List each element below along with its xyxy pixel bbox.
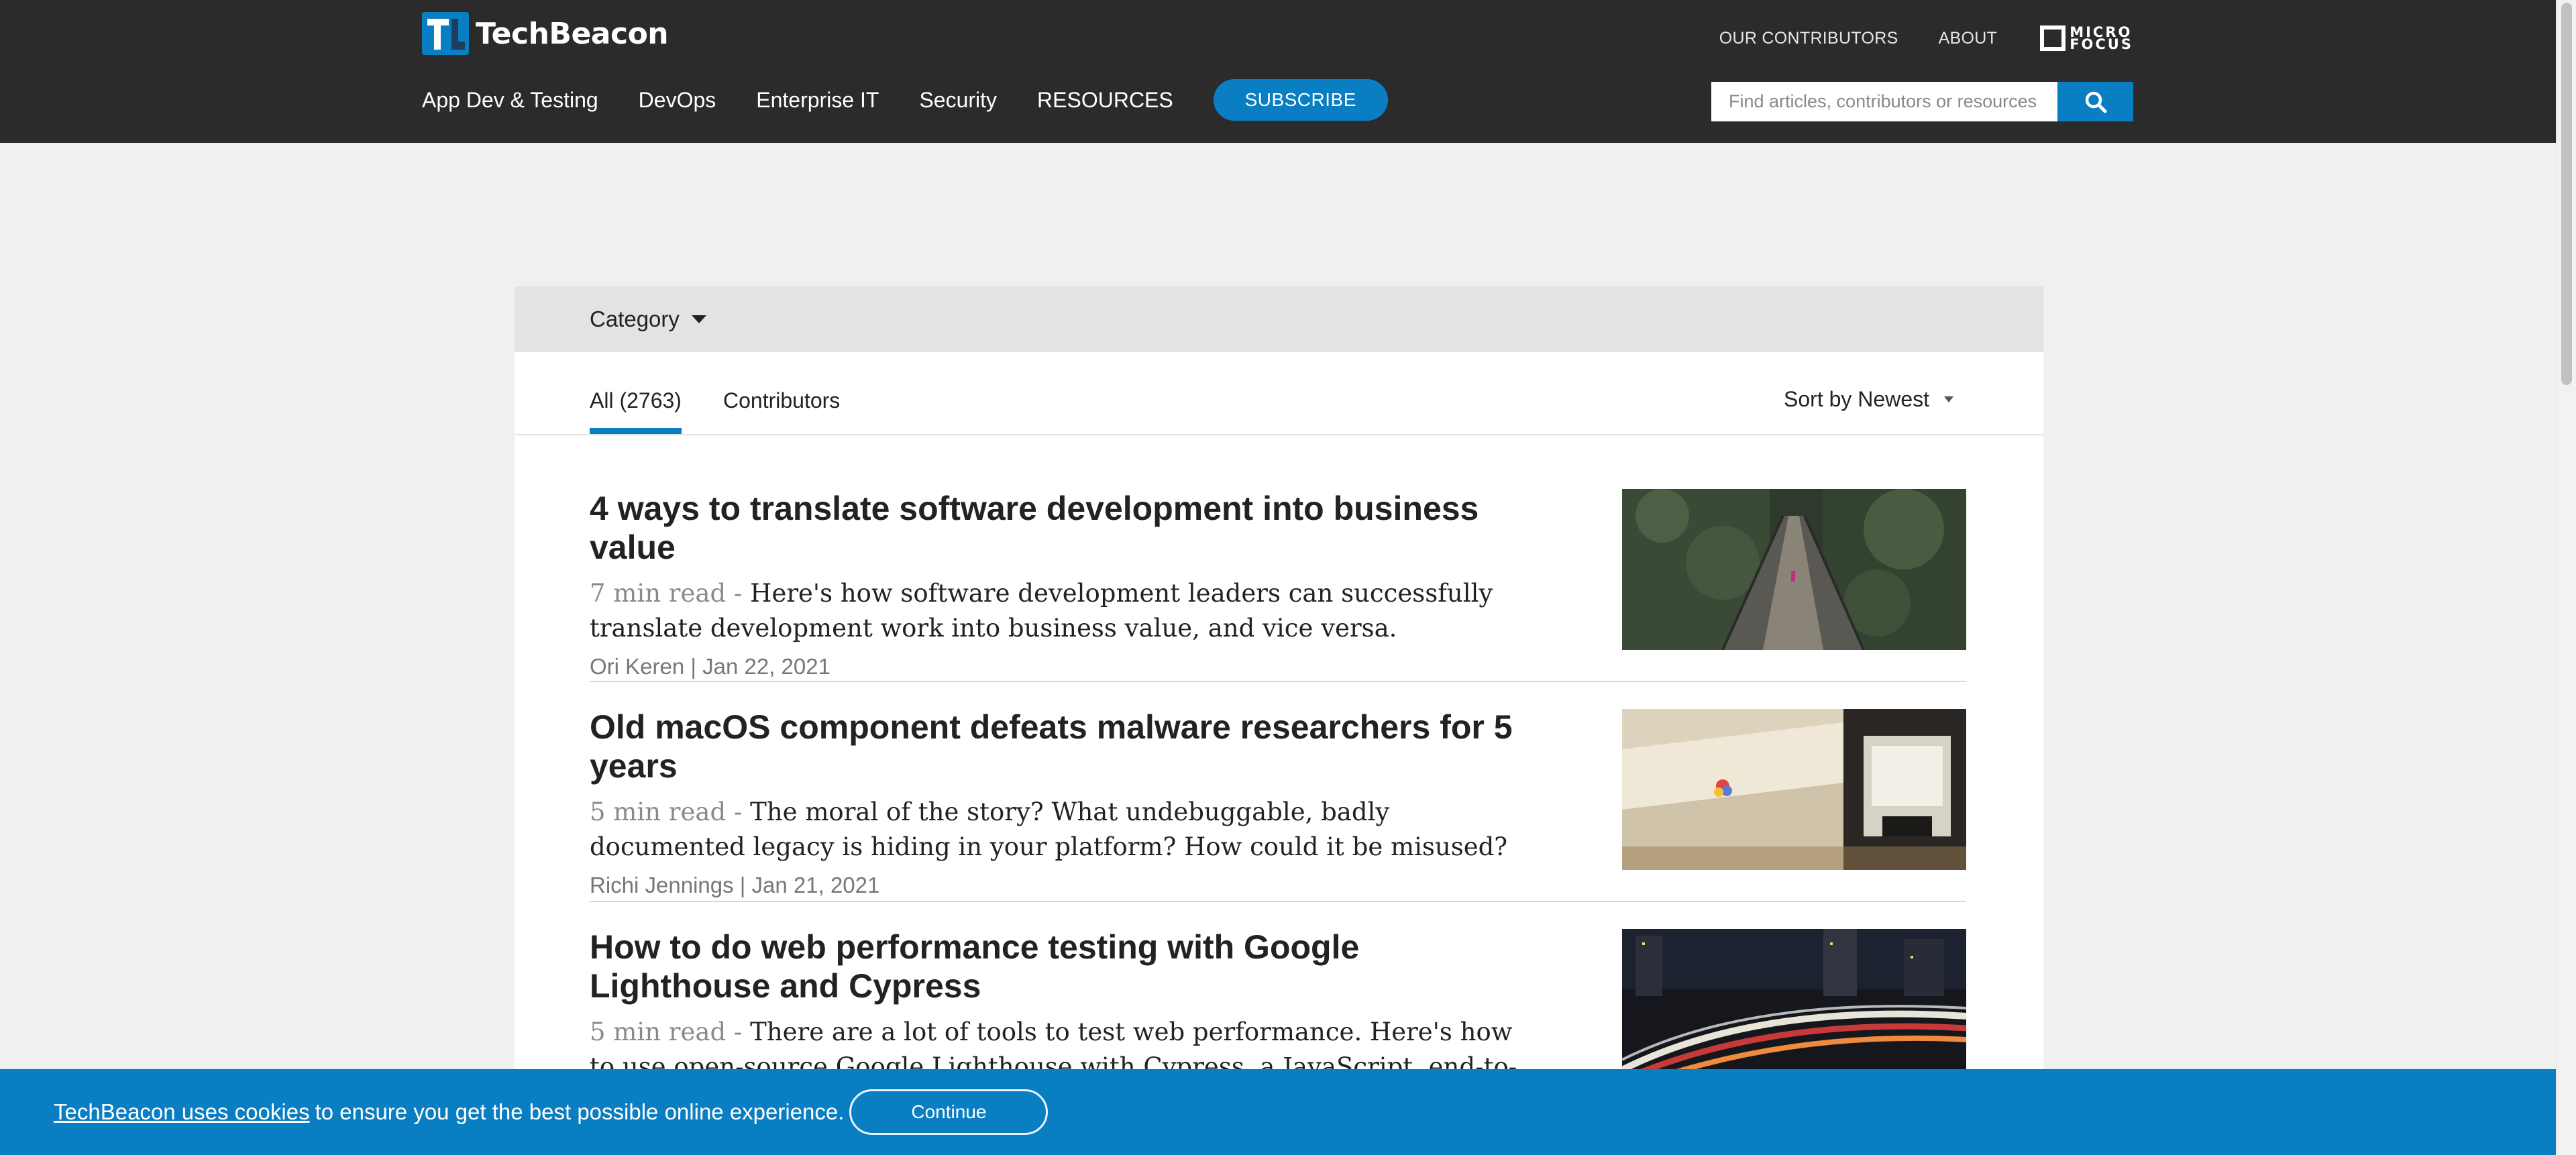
- article-list: 4 ways to translate software development…: [590, 489, 1966, 1122]
- search-bar: [1711, 82, 2133, 121]
- night-highway-photo[interactable]: [1622, 929, 1966, 1090]
- article-meta[interactable]: Ori Keren | Jan 22, 2021: [590, 654, 1542, 679]
- micro-focus-logo[interactable]: MICRO FOCUS: [2040, 24, 2133, 52]
- article-summary: 5 min read - The moral of the story? Wha…: [590, 795, 1542, 865]
- article-read-time: 5 min read -: [590, 798, 751, 826]
- our-contributors-link[interactable]: OUR CONTRIBUTORS: [1719, 29, 1898, 48]
- article-title[interactable]: Old macOS component defeats malware rese…: [590, 708, 1542, 785]
- about-link[interactable]: ABOUT: [1939, 29, 1998, 48]
- article-card: 4 ways to translate software development…: [590, 489, 1966, 682]
- nav-resources[interactable]: RESOURCES: [1037, 88, 1173, 113]
- article-title[interactable]: 4 ways to translate software development…: [590, 489, 1542, 567]
- article-card: Old macOS component defeats malware rese…: [590, 682, 1966, 902]
- search-input[interactable]: [1711, 82, 2057, 121]
- caret-down-icon: [1944, 396, 1953, 402]
- subscribe-button[interactable]: SUBSCRIBE: [1213, 79, 1388, 121]
- search-button[interactable]: [2057, 82, 2133, 121]
- vintage-macintosh-photo[interactable]: [1622, 709, 1966, 870]
- micro-focus-logo-mark: [2040, 25, 2066, 51]
- page-scrollbar[interactable]: [2556, 0, 2576, 1155]
- tab-all[interactable]: All (2763): [590, 388, 682, 434]
- article-meta[interactable]: Richi Jennings | Jan 21, 2021: [590, 873, 1542, 898]
- nav-enterprise-it[interactable]: Enterprise IT: [756, 88, 879, 113]
- nav-app-dev-testing[interactable]: App Dev & Testing: [422, 88, 598, 113]
- sort-label: Sort by Newest: [1784, 387, 1929, 411]
- cookie-banner: TechBeacon uses cookies to ensure you ge…: [0, 1069, 2556, 1155]
- search-icon: [2085, 91, 2106, 113]
- listing-tabs: All (2763) Contributors Sort by Newest: [515, 352, 2043, 435]
- chevron-down-icon[interactable]: [691, 315, 706, 323]
- cookie-policy-link[interactable]: TechBeacon uses cookies: [54, 1099, 310, 1125]
- suspension-bridge-photo[interactable]: [1622, 489, 1966, 650]
- site-header: TechBeacon OUR CONTRIBUTORS ABOUT MICRO …: [0, 0, 2556, 143]
- article-title[interactable]: How to do web performance testing with G…: [590, 928, 1542, 1005]
- nav-devops[interactable]: DevOps: [639, 88, 716, 113]
- article-read-time: 5 min read -: [590, 1018, 751, 1046]
- techbeacon-logo-icon: [422, 12, 469, 55]
- nav-security[interactable]: Security: [919, 88, 997, 113]
- cookie-continue-button[interactable]: Continue: [849, 1089, 1049, 1135]
- micro-focus-logo-text: MICRO FOCUS: [2070, 24, 2133, 52]
- tab-contributors[interactable]: Contributors: [723, 388, 840, 413]
- category-dropdown[interactable]: Category: [590, 307, 680, 332]
- article-read-time: 7 min read -: [590, 579, 751, 608]
- logo-text: TechBeacon: [476, 16, 669, 51]
- sort-dropdown[interactable]: Sort by Newest: [1784, 387, 1953, 412]
- main-nav: App Dev & Testing DevOps Enterprise IT S…: [422, 79, 1388, 121]
- article-summary: 7 min read - Here's how software develop…: [590, 576, 1542, 646]
- cookie-message: to ensure you get the best possible onli…: [315, 1099, 845, 1124]
- top-links: OUR CONTRIBUTORS ABOUT MICRO FOCUS: [1679, 24, 2133, 52]
- category-filter-bar: Category: [515, 286, 2043, 352]
- scrollbar-thumb[interactable]: [2561, 3, 2572, 385]
- techbeacon-logo[interactable]: TechBeacon: [422, 12, 669, 55]
